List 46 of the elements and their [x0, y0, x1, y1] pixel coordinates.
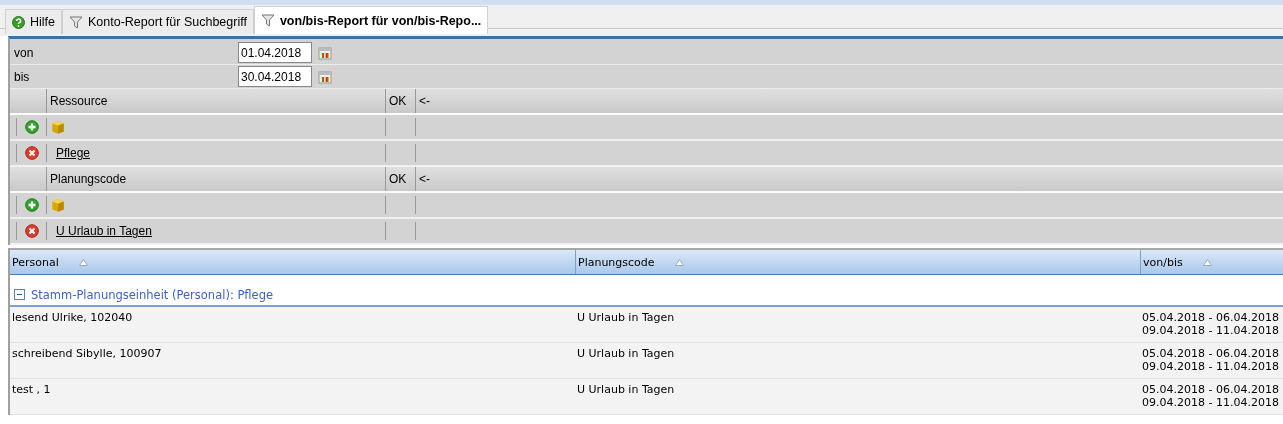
- sort-icon: [78, 258, 88, 266]
- collapse-icon[interactable]: [14, 289, 25, 300]
- column-header: <-: [419, 94, 430, 108]
- column-header[interactable]: Personal: [10, 250, 575, 274]
- group-label: Stamm-Planungseinheit (Personal): Pflege: [31, 288, 274, 302]
- table-cell-text: 05.04.2018 - 06.04.2018: [1142, 347, 1280, 360]
- table-cell-text: 09.04.2018 - 11.04.2018: [1142, 396, 1280, 409]
- table-cell-text: 05.04.2018 - 06.04.2018: [1142, 311, 1280, 324]
- sort-icon: [674, 258, 684, 266]
- column-header: OK: [389, 94, 407, 108]
- sort-icon: [1202, 258, 1212, 266]
- table-cell-text: U Urlaub in Tagen: [576, 311, 676, 326]
- column-header: <-: [419, 172, 430, 186]
- funnel-icon: [69, 15, 83, 29]
- table-cell-text: 09.04.2018 - 11.04.2018: [1142, 360, 1280, 373]
- tab[interactable]: Hilfe: [5, 9, 62, 34]
- column-header[interactable]: Planungscode: [575, 250, 1140, 274]
- column-header: Ressource: [50, 94, 108, 108]
- calendar-icon[interactable]: [318, 45, 332, 60]
- help-icon: [12, 15, 25, 29]
- cube-icon[interactable]: [50, 119, 66, 135]
- remove-icon[interactable]: [24, 146, 39, 160]
- date-field[interactable]: 01.04.2018: [238, 42, 312, 63]
- field-label: bis: [13, 69, 31, 84]
- field-label: von: [13, 45, 35, 60]
- table-cell-text: lesend Ulrike, 102040: [11, 311, 134, 326]
- column-header: Planungscode: [50, 172, 127, 186]
- add-icon[interactable]: [24, 120, 39, 134]
- column-header[interactable]: von/bis: [1140, 250, 1283, 274]
- table-cell-text: U Urlaub in Tagen: [576, 347, 676, 362]
- table-cell-text: test , 1: [11, 383, 52, 398]
- table-cell-text: U Urlaub in Tagen: [576, 383, 676, 398]
- calendar-icon[interactable]: [318, 69, 332, 84]
- add-icon[interactable]: [24, 198, 39, 212]
- funnel-icon: [260, 14, 275, 27]
- table-cell-text: schreibend Sibylle, 100907: [11, 347, 163, 362]
- entry-link[interactable]: U Urlaub in Tagen: [50, 224, 158, 238]
- table-cell-text: 05.04.2018 - 06.04.2018: [1142, 383, 1280, 396]
- entry-link[interactable]: Pflege: [50, 146, 97, 160]
- column-header: OK: [389, 172, 407, 186]
- tab[interactable]: von/bis-Report für von/bis-Repo...: [253, 6, 489, 34]
- remove-icon[interactable]: [24, 224, 39, 238]
- date-field[interactable]: 30.04.2018: [238, 66, 312, 87]
- tab[interactable]: Konto-Report für Suchbegriff: [62, 9, 254, 34]
- cube-icon[interactable]: [50, 197, 66, 213]
- table-cell-text: 09.04.2018 - 11.04.2018: [1142, 324, 1280, 337]
